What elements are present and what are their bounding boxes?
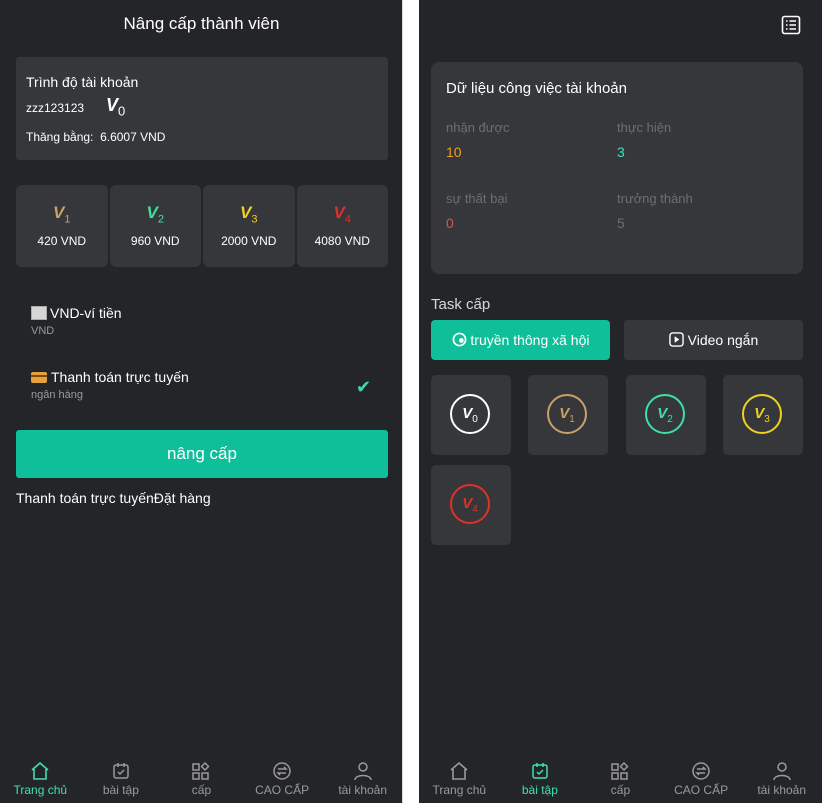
vip-level-icon: V1 [547,394,587,434]
check-icon: ✔ [356,377,372,397]
vip-level-icon: V0 [450,394,490,434]
level-price: 420 VND [37,234,87,248]
tab-tasks[interactable]: bài tập [81,753,162,803]
level-price: 2000 VND [221,234,277,248]
grid-icon [611,761,630,780]
home-icon [31,761,49,780]
balance: Thăng bằng: 6.6007 VND [26,130,166,144]
play-icon [668,332,684,347]
user-icon [772,762,791,781]
level-option-2[interactable]: V2 960 VND [109,185,201,267]
tab-tasks[interactable]: bài tập [500,753,581,803]
tab-premium[interactable]: CAO CẤP [242,753,323,803]
level-option-3[interactable]: V3 2000 VND [203,185,295,267]
task-level-4[interactable]: V4 [431,465,511,545]
stat-received: nhận được 10 [446,120,510,160]
payment-name: Thanh toán trực tuyến [51,369,189,385]
short-video-button[interactable]: Video ngắn [624,320,803,360]
grid-icon [192,761,211,780]
vip-level-icon: V2 [146,203,164,226]
tab-level[interactable]: cấp [580,753,661,803]
username: zzz123123 [26,101,85,115]
payment-sub: VND [31,325,55,337]
broken-image-icon [31,306,47,320]
stat-done: thực hiện 3 [617,120,672,160]
tab-account[interactable]: tài khoản [322,753,402,803]
tab-account[interactable]: tài khoản [741,753,822,803]
tab-level[interactable]: cấp [161,753,242,803]
level-option-4[interactable]: V4 4080 VND [296,185,388,267]
task-level-3[interactable]: V3 [723,375,803,455]
social-media-button[interactable]: truyền thông xã hội [431,320,610,360]
payment-sub: ngân hàng [31,389,83,401]
account-level-card: Trình độ tài khoản zzz123123 V0 Thăng bằ… [16,57,388,160]
vip-level-icon: V3 [742,394,782,434]
payment-option-wallet[interactable]: VND-ví tiền VND [31,305,122,337]
level-option-1[interactable]: V1 420 VND [16,185,108,267]
vip-level-icon: V4 [450,484,490,524]
share-icon [452,332,466,347]
vip-level-icon: V4 [333,203,351,226]
tab-home[interactable]: Trang chủ [0,753,81,803]
vip-level-icon: V1 [53,203,71,226]
task-level-title: Task cấp [431,296,491,313]
account-level-title: Trình độ tài khoản [26,74,139,90]
task-level-1[interactable]: V1 [528,375,608,455]
upgrade-screen: Nâng cấp thành viên Trình độ tài khoản z… [0,0,403,803]
tasks-screen: Dữ liệu công việc tài khoản nhận được 10… [419,0,822,803]
tab-premium[interactable]: CAO CẤP [661,753,742,803]
task-icon [113,763,129,779]
task-icon [532,763,548,779]
bottom-tab-bar: Trang chủ bài tập cấp CAO CẤP tài khoản [0,753,402,803]
work-data-title: Dữ liệu công việc tài khoản [446,80,627,97]
order-text: Thanh toán trực tuyếnĐặt hàng [16,490,211,506]
bottom-tab-bar: Trang chủ bài tập cấp CAO CẤP tài khoản [419,753,822,803]
tab-home[interactable]: Trang chủ [419,753,500,803]
user-icon [353,762,372,781]
card-icon [31,372,47,383]
level-options: V1 420 VND V2 960 VND V3 2000 VND V4 408… [16,185,388,267]
exchange-icon [692,762,710,780]
level-price: 960 VND [130,234,180,248]
vip-level-icon: V3 [240,203,258,226]
stat-matured: trưởng thành 5 [617,191,693,231]
task-level-0[interactable]: V0 [431,375,511,455]
stat-failed: sự thất bại 0 [446,191,508,231]
level-price: 4080 VND [314,234,370,248]
vip-badge-icon: V0 [106,95,126,119]
vip-level-icon: V2 [645,394,685,434]
page-title: Nâng cấp thành viên [123,14,280,33]
work-data-card: Dữ liệu công việc tài khoản nhận được 10… [431,62,803,274]
payment-option-online[interactable]: Thanh toán trực tuyến ngân hàng [31,369,189,401]
home-icon [450,761,468,780]
upgrade-button[interactable]: nâng cấp [16,430,388,478]
list-menu-icon[interactable] [781,15,801,35]
exchange-icon [273,762,291,780]
payment-name: VND-ví tiền [50,305,122,321]
task-level-2[interactable]: V2 [626,375,706,455]
